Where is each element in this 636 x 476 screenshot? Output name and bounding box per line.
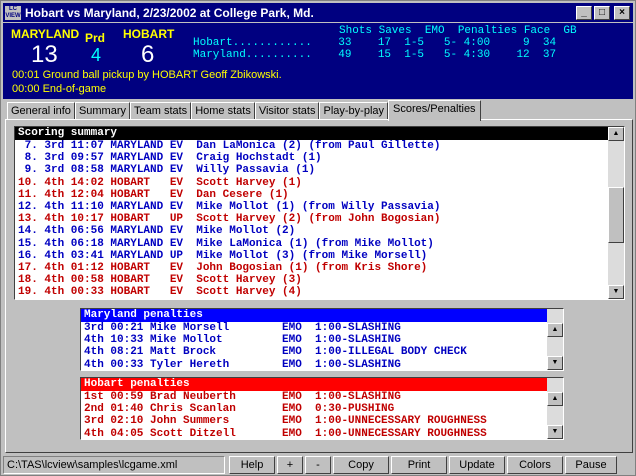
maximize-button[interactable]: □ [594, 5, 610, 20]
list-row[interactable]: 15. 4th 06:18 MARYLAND EV Mike LaMonica … [15, 238, 624, 250]
list-row[interactable]: 16. 4th 03:41 MARYLAND UP Mike Mollot (3… [15, 250, 624, 262]
scoring-rows: 7. 3rd 11:07 MARYLAND EV Dan LaMonica (2… [15, 140, 624, 299]
scroll-up-icon[interactable]: ▲ [608, 127, 624, 141]
hobart-penalties-list[interactable]: Hobart penalties 1st 00:59 Brad Neuberth… [80, 377, 564, 440]
hobart-penalty-rows: 1st 00:59 Brad Neuberth EMO 1:00-SLASHIN… [81, 391, 563, 439]
tab-summary[interactable]: Summary [74, 102, 130, 120]
scroll-down-icon[interactable]: ▼ [547, 425, 563, 439]
status-bar: C:\TAS\lcview\samples\lcgame.xml Help + … [3, 455, 635, 475]
game-status-line: 00:00 End-of-game [12, 83, 107, 95]
file-path: C:\TAS\lcview\samples\lcgame.xml [3, 456, 225, 474]
scoring-summary-header: Scoring summary [15, 127, 609, 140]
tab-visitor-stats[interactable]: Visitor stats [254, 102, 320, 120]
list-row[interactable]: 7. 3rd 11:07 MARYLAND EV Dan LaMonica (2… [15, 140, 624, 152]
last-play-line: 00:01 Ground ball pickup by HOBART Geoff… [12, 69, 282, 81]
tab-scores-penalties[interactable]: Scores/Penalties [388, 100, 481, 121]
title-bar[interactable]: LC VIEW Hobart vs Maryland, 2/23/2002 at… [3, 3, 633, 22]
maryland-penalties-scrollbar[interactable]: ▲ ▼ [547, 309, 563, 370]
update-button[interactable]: Update [449, 456, 505, 474]
scores-penalties-panel: Scoring summary 7. 3rd 11:07 MARYLAND EV… [5, 119, 633, 453]
list-row[interactable]: 3rd 00:21 Mike Morsell EMO 1:00-SLASHING [81, 322, 563, 334]
tab-play-by-play[interactable]: Play-by-play [319, 102, 389, 120]
maryland-penalties-list[interactable]: Maryland penalties 3rd 00:21 Mike Morsel… [80, 308, 564, 371]
scroll-thumb[interactable] [608, 187, 624, 243]
list-row[interactable]: 19. 4th 00:33 HOBART EV Scott Harvey (4) [15, 286, 624, 298]
scoreboard: MARYLAND 13 Prd 4 HOBART 6 Shots Saves E… [3, 23, 633, 99]
zoom-in-button[interactable]: + [277, 456, 303, 474]
minimize-button[interactable]: _ [576, 5, 592, 20]
list-row[interactable]: 17. 4th 01:12 HOBART EV John Bogosian (1… [15, 262, 624, 274]
list-row[interactable]: 12. 4th 11:10 MARYLAND EV Mike Mollot (1… [15, 201, 624, 213]
scoring-summary-list[interactable]: Scoring summary 7. 3rd 11:07 MARYLAND EV… [14, 126, 625, 300]
scroll-up-icon[interactable]: ▲ [547, 392, 563, 406]
list-row[interactable]: 3rd 02:10 John Summers EMO 1:00-UNNECESS… [81, 415, 563, 427]
scoring-scrollbar[interactable]: ▲ ▼ [608, 127, 624, 299]
tab-strip: General info Summary Team stats Home sta… [7, 100, 481, 121]
tab-team-stats[interactable]: Team stats [130, 102, 192, 120]
maryland-penalties-header: Maryland penalties [81, 309, 547, 322]
home-team-score: 13 [31, 41, 58, 68]
list-row[interactable]: 9. 3rd 08:58 MARYLAND EV Willy Passavia … [15, 164, 624, 176]
visitor-team-name: HOBART [123, 27, 175, 41]
tab-general-info[interactable]: General info [7, 102, 75, 120]
list-row[interactable]: 1st 00:59 Brad Neuberth EMO 1:00-SLASHIN… [81, 391, 563, 403]
hobart-penalties-header: Hobart penalties [81, 378, 547, 391]
list-row[interactable]: 4th 00:33 Tyler Hereth EMO 1:00-SLASHING [81, 359, 563, 370]
list-row[interactable]: 8. 3rd 09:57 MARYLAND EV Craig Hochstadt… [15, 152, 624, 164]
pause-button[interactable]: Pause [565, 456, 617, 474]
home-team-name: MARYLAND [11, 27, 80, 41]
scroll-down-icon[interactable]: ▼ [547, 356, 563, 370]
window-title: Hobart vs Maryland, 2/23/2002 at College… [25, 5, 314, 20]
scroll-down-icon[interactable]: ▼ [608, 285, 624, 299]
visitor-team-score: 6 [141, 41, 155, 68]
stats-row-maryland: Maryland.......... 49 15 1-5 5- 4:30 12 … [193, 49, 557, 61]
help-button[interactable]: Help [229, 456, 275, 474]
scroll-up-icon[interactable]: ▲ [547, 323, 563, 337]
zoom-out-button[interactable]: - [305, 456, 331, 474]
list-row[interactable]: 18. 4th 00:58 HOBART EV Scott Harvey (3) [15, 274, 624, 286]
list-row[interactable]: 10. 4th 14:02 HOBART EV Scott Harvey (1) [15, 177, 624, 189]
list-row[interactable]: 13. 4th 10:17 HOBART UP Scott Harvey (2)… [15, 213, 624, 225]
close-button[interactable]: × [614, 5, 630, 20]
stats-row-hobart: Hobart............ 33 17 1-5 5- 4:00 9 3… [193, 37, 557, 49]
print-button[interactable]: Print [391, 456, 447, 474]
app-icon[interactable]: LC VIEW [5, 5, 21, 20]
tab-home-stats[interactable]: Home stats [191, 102, 255, 120]
list-row[interactable]: 4th 10:33 Mike Mollot EMO 1:00-SLASHING [81, 334, 563, 346]
stats-header: Shots Saves EMO Penalties Face GB [339, 25, 577, 37]
list-row[interactable]: 14. 4th 06:56 MARYLAND EV Mike Mollot (2… [15, 225, 624, 237]
list-row[interactable]: 4th 08:21 Matt Brock EMO 1:00-ILLEGAL BO… [81, 346, 563, 358]
period-value: 4 [91, 45, 102, 65]
list-row[interactable]: 2nd 01:40 Chris Scanlan EMO 0:30-PUSHING [81, 403, 563, 415]
colors-button[interactable]: Colors [507, 456, 563, 474]
team-stats-block: Shots Saves EMO Penalties Face GB Hobart.… [193, 25, 577, 61]
period-label: Prd [85, 31, 106, 45]
list-row[interactable]: 4th 04:05 Scott Ditzell EMO 1:00-UNNECES… [81, 428, 563, 439]
copy-button[interactable]: Copy [333, 456, 389, 474]
hobart-penalties-scrollbar[interactable]: ▲ ▼ [547, 378, 563, 439]
maryland-penalty-rows: 3rd 00:21 Mike Morsell EMO 1:00-SLASHING… [81, 322, 563, 370]
app-window: LC VIEW Hobart vs Maryland, 2/23/2002 at… [0, 0, 636, 476]
list-row[interactable]: 11. 4th 12:04 HOBART EV Dan Cesere (1) [15, 189, 624, 201]
